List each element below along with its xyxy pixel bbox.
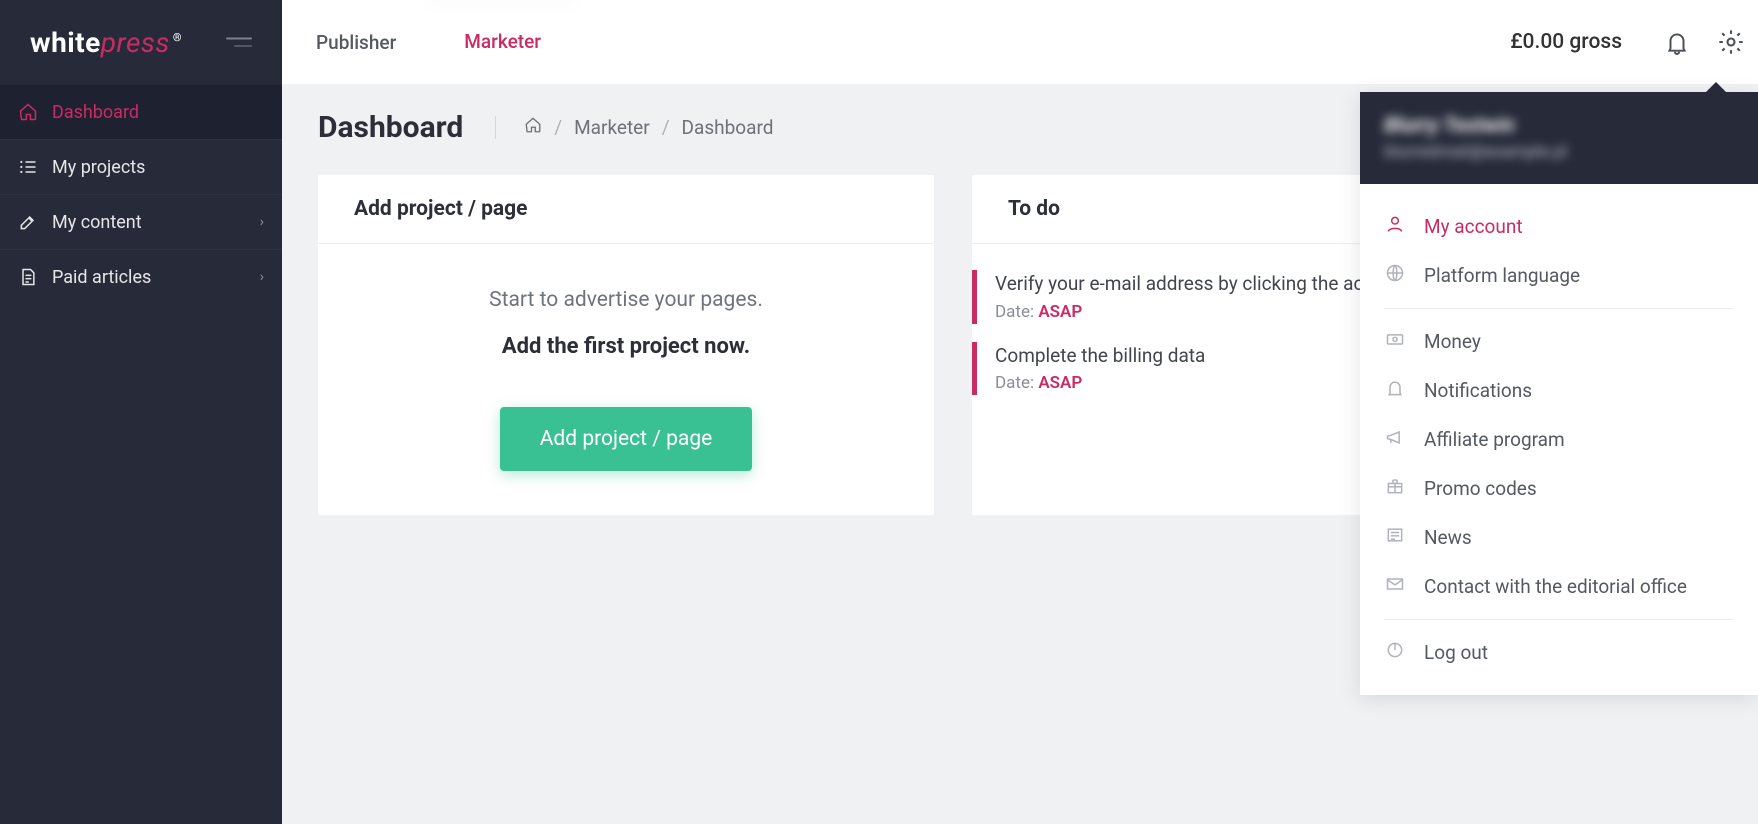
bell-icon	[1664, 29, 1690, 55]
news-icon	[1384, 525, 1406, 550]
user-icon	[1384, 214, 1406, 239]
add-project-text: Add the first project now.	[354, 334, 898, 359]
logo-part2: press	[101, 26, 170, 59]
card-heading: Add project / page	[318, 175, 934, 244]
home-icon	[16, 102, 40, 122]
power-icon	[1384, 640, 1406, 665]
breadcrumb-current: Dashboard	[682, 116, 774, 139]
chevron-right-icon: ›	[260, 214, 264, 230]
sidebar: whitepress® Dashboard My projects My con…	[0, 0, 282, 824]
settings-item-language[interactable]: Platform language	[1384, 251, 1734, 300]
notifications-button[interactable]	[1650, 0, 1704, 84]
user-email: blurredmail@example.pl	[1384, 142, 1734, 162]
tab-marketer[interactable]: Marketer	[430, 0, 575, 84]
menu-toggle-icon[interactable]	[226, 38, 252, 47]
money-icon	[1384, 329, 1406, 354]
balance-display[interactable]: £0.00 gross	[1510, 0, 1622, 84]
settings-item-affiliate[interactable]: Affiliate program	[1384, 415, 1734, 464]
gift-icon	[1384, 476, 1406, 501]
settings-item-logout[interactable]: Log out	[1384, 628, 1734, 677]
add-project-subtitle: Start to advertise your pages.	[354, 288, 898, 312]
list-icon	[16, 157, 40, 177]
sidebar-item-label: Dashboard	[52, 102, 139, 123]
breadcrumb: / Marketer / Dashboard	[495, 116, 773, 139]
breadcrumb-marketer[interactable]: Marketer	[574, 116, 650, 139]
add-project-button[interactable]: Add project / page	[500, 407, 753, 471]
sidebar-item-label: My content	[52, 212, 142, 233]
settings-item-contact[interactable]: Contact with the editorial office	[1384, 562, 1734, 611]
document-icon	[16, 267, 40, 287]
logo-area: whitepress®	[0, 0, 282, 84]
settings-item-news[interactable]: News	[1384, 513, 1734, 562]
edit-icon	[16, 212, 40, 232]
logo-part1: white	[30, 26, 101, 59]
logo-sup: ®	[173, 31, 182, 44]
settings-item-myaccount[interactable]: My account	[1384, 202, 1734, 251]
tab-publisher[interactable]: Publisher	[282, 0, 430, 84]
bell-icon	[1384, 378, 1406, 403]
sidebar-item-label: My projects	[52, 157, 145, 178]
settings-menu-header: Blurry Testwin blurredmail@example.pl	[1360, 92, 1758, 184]
sidebar-item-label: Paid articles	[52, 267, 151, 288]
sidebar-item-mycontent[interactable]: My content ›	[0, 194, 282, 249]
settings-menu: Blurry Testwin blurredmail@example.pl My…	[1360, 92, 1758, 695]
settings-item-notifications[interactable]: Notifications	[1384, 366, 1734, 415]
sidebar-item-myprojects[interactable]: My projects	[0, 139, 282, 194]
globe-icon	[1384, 263, 1406, 288]
chevron-right-icon: ›	[260, 269, 264, 285]
page-title: Dashboard	[318, 110, 463, 145]
sidebar-item-dashboard[interactable]: Dashboard	[0, 84, 282, 139]
topbar: Publisher Marketer £0.00 gross	[282, 0, 1758, 84]
settings-item-money[interactable]: Money	[1384, 317, 1734, 366]
settings-item-promocodes[interactable]: Promo codes	[1384, 464, 1734, 513]
add-project-card: Add project / page Start to advertise yo…	[318, 175, 934, 515]
user-name: Blurry Testwin	[1384, 114, 1734, 138]
logo: whitepress®	[30, 26, 182, 59]
gear-icon	[1717, 28, 1745, 56]
megaphone-icon	[1384, 427, 1406, 452]
home-icon[interactable]	[524, 116, 542, 139]
mail-icon	[1384, 574, 1406, 599]
sidebar-item-paidarticles[interactable]: Paid articles ›	[0, 249, 282, 304]
settings-button[interactable]	[1704, 0, 1758, 84]
